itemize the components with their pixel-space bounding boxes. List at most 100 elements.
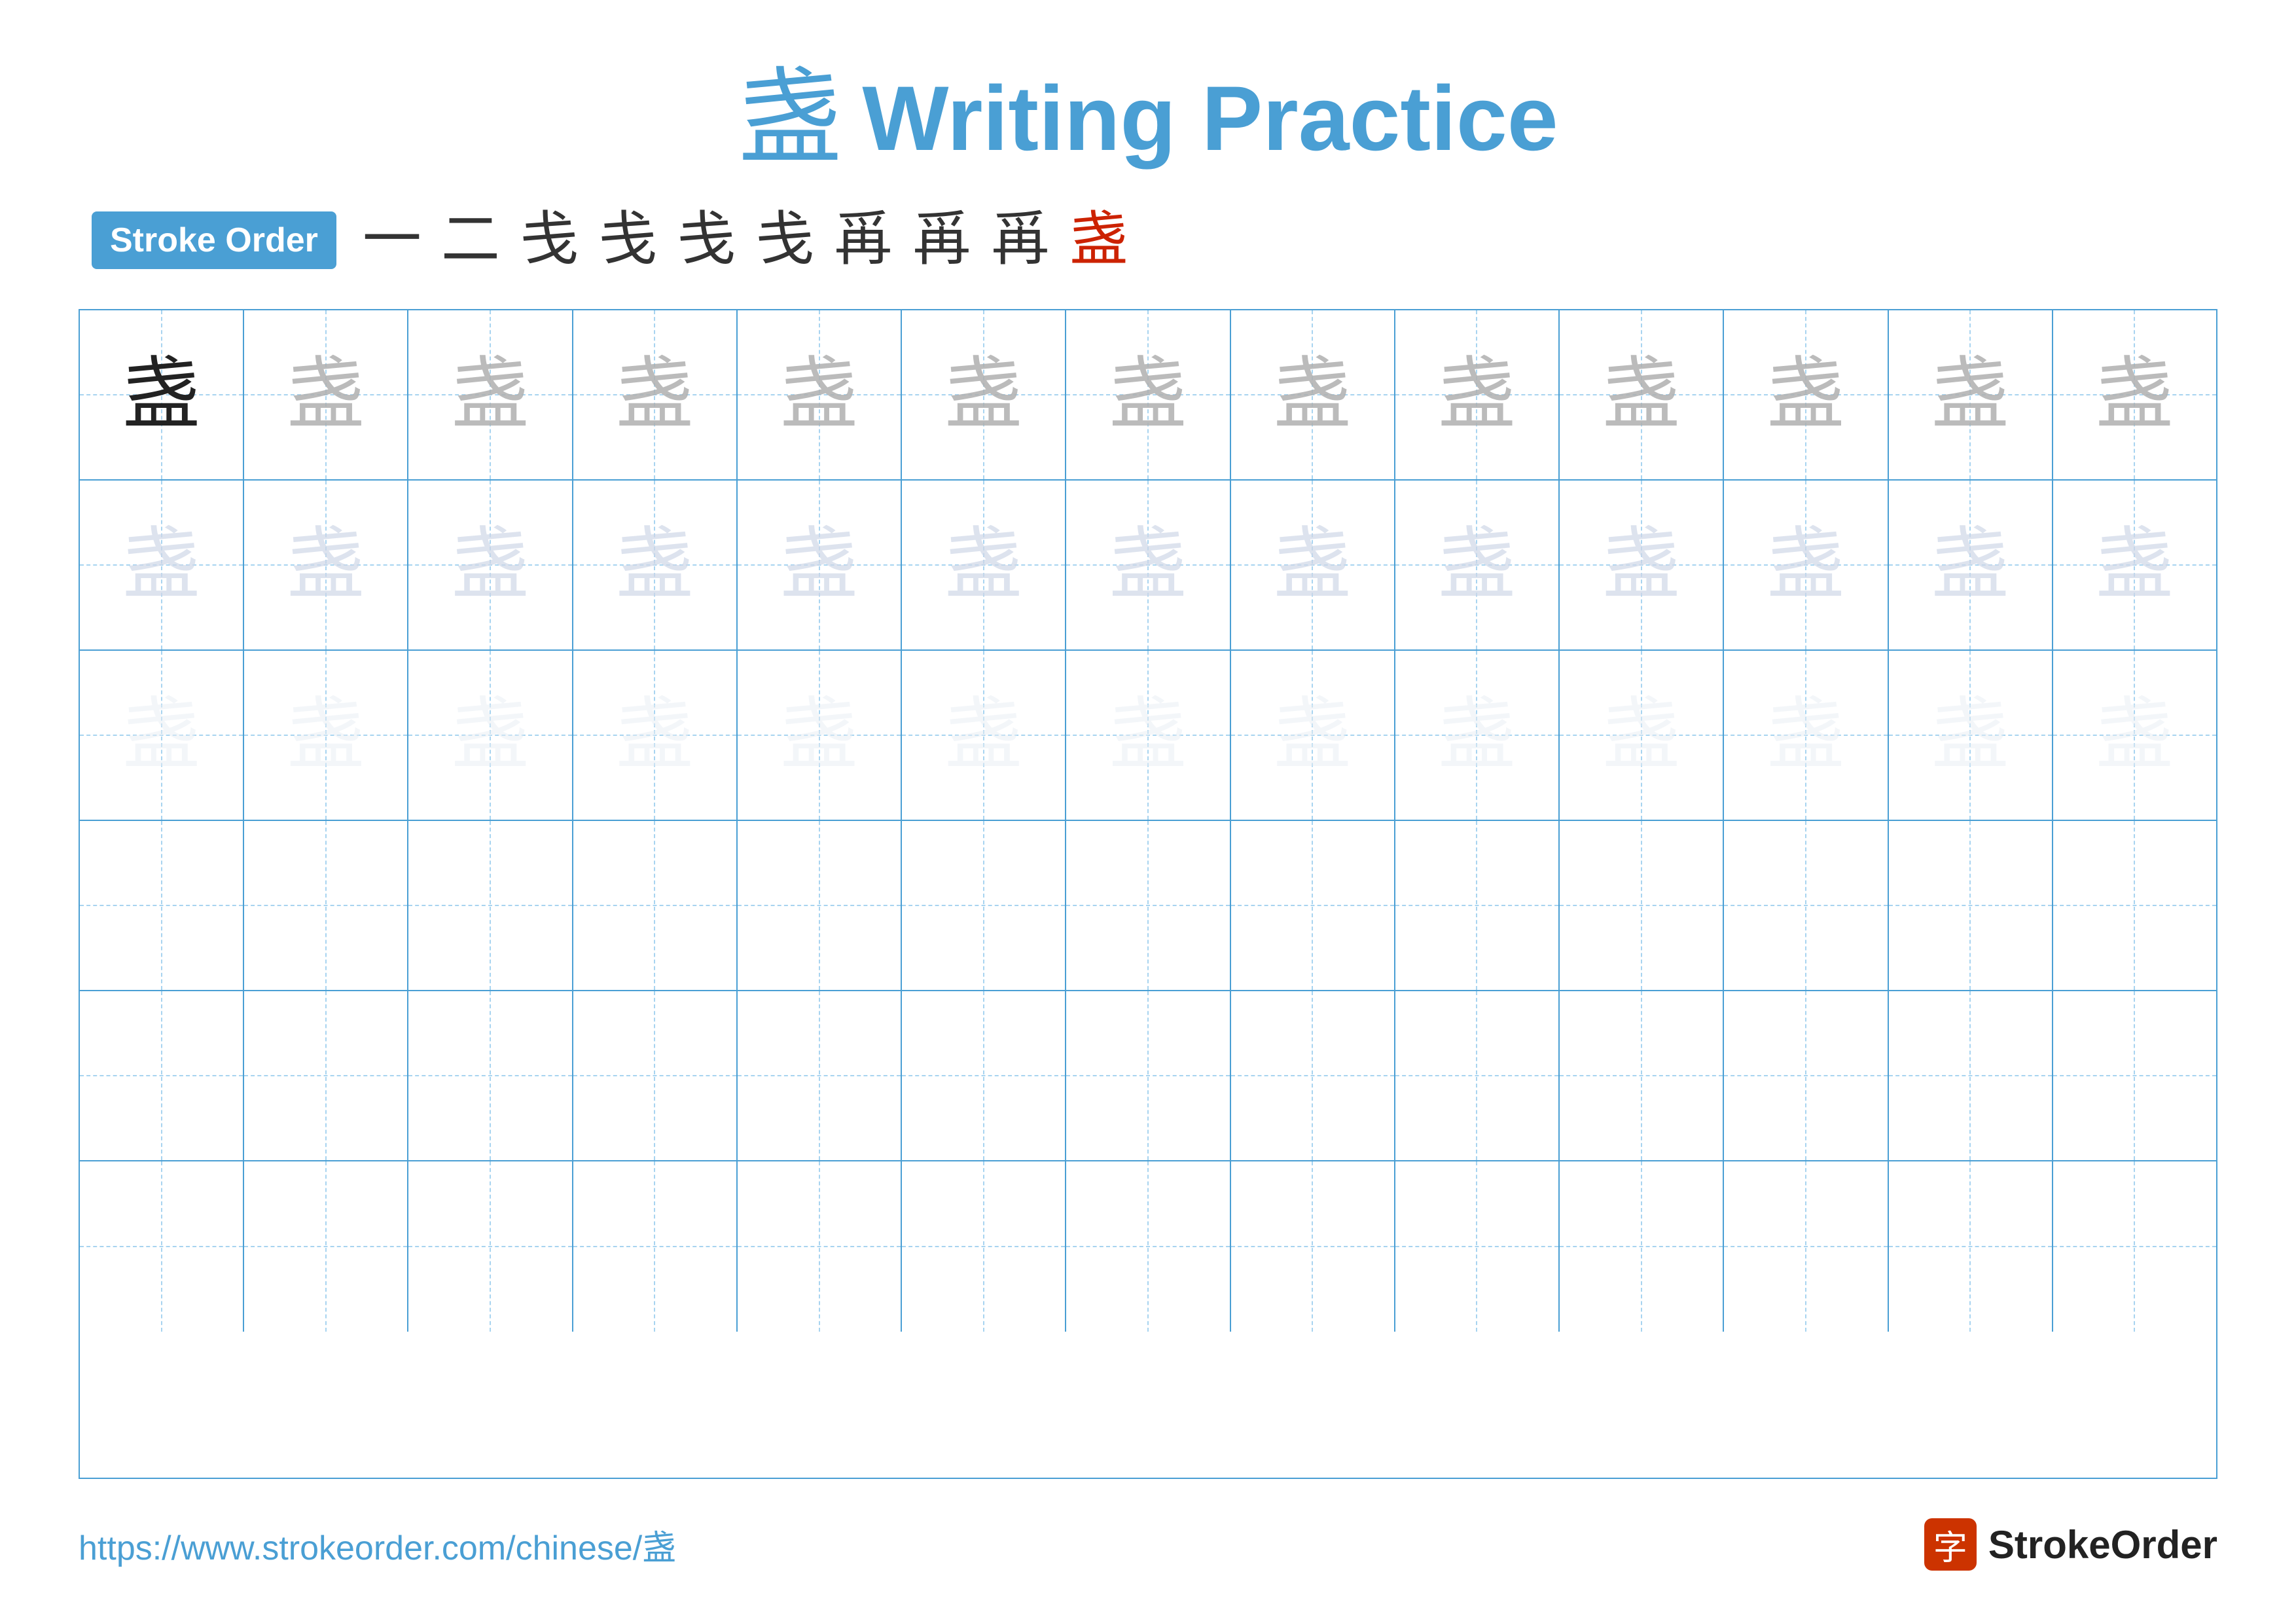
- cell-4-7[interactable]: [1066, 821, 1230, 990]
- cell-2-6[interactable]: 盏: [902, 481, 1066, 649]
- cell-5-3[interactable]: [408, 991, 573, 1160]
- cell-6-7[interactable]: [1066, 1161, 1230, 1332]
- cell-3-1[interactable]: 盏: [80, 651, 244, 820]
- title-text: Writing Practice: [862, 65, 1558, 172]
- cell-4-3[interactable]: [408, 821, 573, 990]
- char-3-3: 盏: [451, 696, 529, 775]
- footer-logo-text: StrokeOrder: [1988, 1522, 2217, 1567]
- cell-4-10[interactable]: [1560, 821, 1724, 990]
- cell-4-11[interactable]: [1724, 821, 1888, 990]
- cell-3-7[interactable]: 盏: [1066, 651, 1230, 820]
- footer: https://www.strokeorder.com/chinese/盏 字 …: [79, 1518, 2217, 1571]
- cell-2-2[interactable]: 盏: [244, 481, 408, 649]
- cell-4-4[interactable]: [573, 821, 738, 990]
- cell-3-4[interactable]: 盏: [573, 651, 738, 820]
- cell-3-13[interactable]: 盏: [2053, 651, 2216, 820]
- cell-2-8[interactable]: 盏: [1231, 481, 1395, 649]
- cell-2-5[interactable]: 盏: [738, 481, 902, 649]
- cell-1-11[interactable]: 盏: [1724, 310, 1888, 479]
- cell-4-1[interactable]: [80, 821, 244, 990]
- cell-1-5[interactable]: 盏: [738, 310, 902, 479]
- cell-5-11[interactable]: [1724, 991, 1888, 1160]
- cell-3-10[interactable]: 盏: [1560, 651, 1724, 820]
- cell-6-2[interactable]: [244, 1161, 408, 1332]
- footer-url[interactable]: https://www.strokeorder.com/chinese/盏: [79, 1520, 676, 1569]
- cell-6-12[interactable]: [1889, 1161, 2053, 1332]
- cell-2-9[interactable]: 盏: [1395, 481, 1560, 649]
- cell-2-1[interactable]: 盏: [80, 481, 244, 649]
- cell-5-1[interactable]: [80, 991, 244, 1160]
- cell-5-10[interactable]: [1560, 991, 1724, 1160]
- char-3-4: 盏: [615, 696, 694, 775]
- char-2-4: 盏: [615, 526, 694, 604]
- cell-2-12[interactable]: 盏: [1889, 481, 2053, 649]
- cell-4-12[interactable]: [1889, 821, 2053, 990]
- stroke-10: 盏: [1069, 211, 1128, 270]
- cell-2-10[interactable]: 盏: [1560, 481, 1724, 649]
- cell-5-12[interactable]: [1889, 991, 2053, 1160]
- cell-5-9[interactable]: [1395, 991, 1560, 1160]
- cell-1-12[interactable]: 盏: [1889, 310, 2053, 479]
- cell-1-4[interactable]: 盏: [573, 310, 738, 479]
- cell-1-6[interactable]: 盏: [902, 310, 1066, 479]
- cell-3-12[interactable]: 盏: [1889, 651, 2053, 820]
- cell-1-10[interactable]: 盏: [1560, 310, 1724, 479]
- cell-5-5[interactable]: [738, 991, 902, 1160]
- cell-2-4[interactable]: 盏: [573, 481, 738, 649]
- cell-2-11[interactable]: 盏: [1724, 481, 1888, 649]
- cell-3-2[interactable]: 盏: [244, 651, 408, 820]
- char-3-7: 盏: [1109, 696, 1187, 775]
- cell-6-4[interactable]: [573, 1161, 738, 1332]
- char-1-11: 盏: [1767, 356, 1845, 434]
- title-section: 盏 Writing Practice: [738, 65, 1558, 172]
- cell-5-8[interactable]: [1231, 991, 1395, 1160]
- cell-5-7[interactable]: [1066, 991, 1230, 1160]
- grid-row-1: 盏 盏 盏 盏 盏 盏 盏 盏 盏 盏 盏 盏 盏: [80, 310, 2216, 481]
- cell-6-11[interactable]: [1724, 1161, 1888, 1332]
- char-2-11: 盏: [1767, 526, 1845, 604]
- cell-3-8[interactable]: 盏: [1231, 651, 1395, 820]
- cell-1-1[interactable]: 盏: [80, 310, 244, 479]
- cell-2-13[interactable]: 盏: [2053, 481, 2216, 649]
- stroke-order-row: Stroke Order 一 二 戋 戋 戋 戋 爯 爯 爯 盏: [92, 211, 1128, 270]
- cell-4-9[interactable]: [1395, 821, 1560, 990]
- char-2-1: 盏: [122, 526, 201, 604]
- cell-3-5[interactable]: 盏: [738, 651, 902, 820]
- cell-1-9[interactable]: 盏: [1395, 310, 1560, 479]
- cell-2-3[interactable]: 盏: [408, 481, 573, 649]
- cell-6-1[interactable]: [80, 1161, 244, 1332]
- cell-6-5[interactable]: [738, 1161, 902, 1332]
- cell-5-4[interactable]: [573, 991, 738, 1160]
- cell-4-8[interactable]: [1231, 821, 1395, 990]
- cell-6-13[interactable]: [2053, 1161, 2216, 1332]
- cell-1-7[interactable]: 盏: [1066, 310, 1230, 479]
- cell-2-7[interactable]: 盏: [1066, 481, 1230, 649]
- cell-5-2[interactable]: [244, 991, 408, 1160]
- char-2-5: 盏: [780, 526, 859, 604]
- cell-1-13[interactable]: 盏: [2053, 310, 2216, 479]
- cell-4-2[interactable]: [244, 821, 408, 990]
- cell-4-6[interactable]: [902, 821, 1066, 990]
- char-3-9: 盏: [1437, 696, 1516, 775]
- cell-6-3[interactable]: [408, 1161, 573, 1332]
- cell-6-10[interactable]: [1560, 1161, 1724, 1332]
- cell-1-8[interactable]: 盏: [1231, 310, 1395, 479]
- cell-6-6[interactable]: [902, 1161, 1066, 1332]
- cell-6-8[interactable]: [1231, 1161, 1395, 1332]
- stroke-7: 爯: [834, 211, 893, 270]
- cell-3-9[interactable]: 盏: [1395, 651, 1560, 820]
- cell-5-13[interactable]: [2053, 991, 2216, 1160]
- cell-6-9[interactable]: [1395, 1161, 1560, 1332]
- practice-grid: 盏 盏 盏 盏 盏 盏 盏 盏 盏 盏 盏 盏 盏 盏 盏 盏 盏 盏 盏 盏 …: [79, 309, 2217, 1479]
- cell-3-3[interactable]: 盏: [408, 651, 573, 820]
- cell-1-2[interactable]: 盏: [244, 310, 408, 479]
- cell-1-3[interactable]: 盏: [408, 310, 573, 479]
- cell-3-6[interactable]: 盏: [902, 651, 1066, 820]
- char-1-1: 盏: [122, 356, 201, 434]
- cell-4-13[interactable]: [2053, 821, 2216, 990]
- cell-3-11[interactable]: 盏: [1724, 651, 1888, 820]
- cell-4-5[interactable]: [738, 821, 902, 990]
- cell-5-6[interactable]: [902, 991, 1066, 1160]
- char-2-2: 盏: [287, 526, 365, 604]
- page: 盏 Writing Practice Stroke Order 一 二 戋 戋 …: [0, 0, 2296, 1623]
